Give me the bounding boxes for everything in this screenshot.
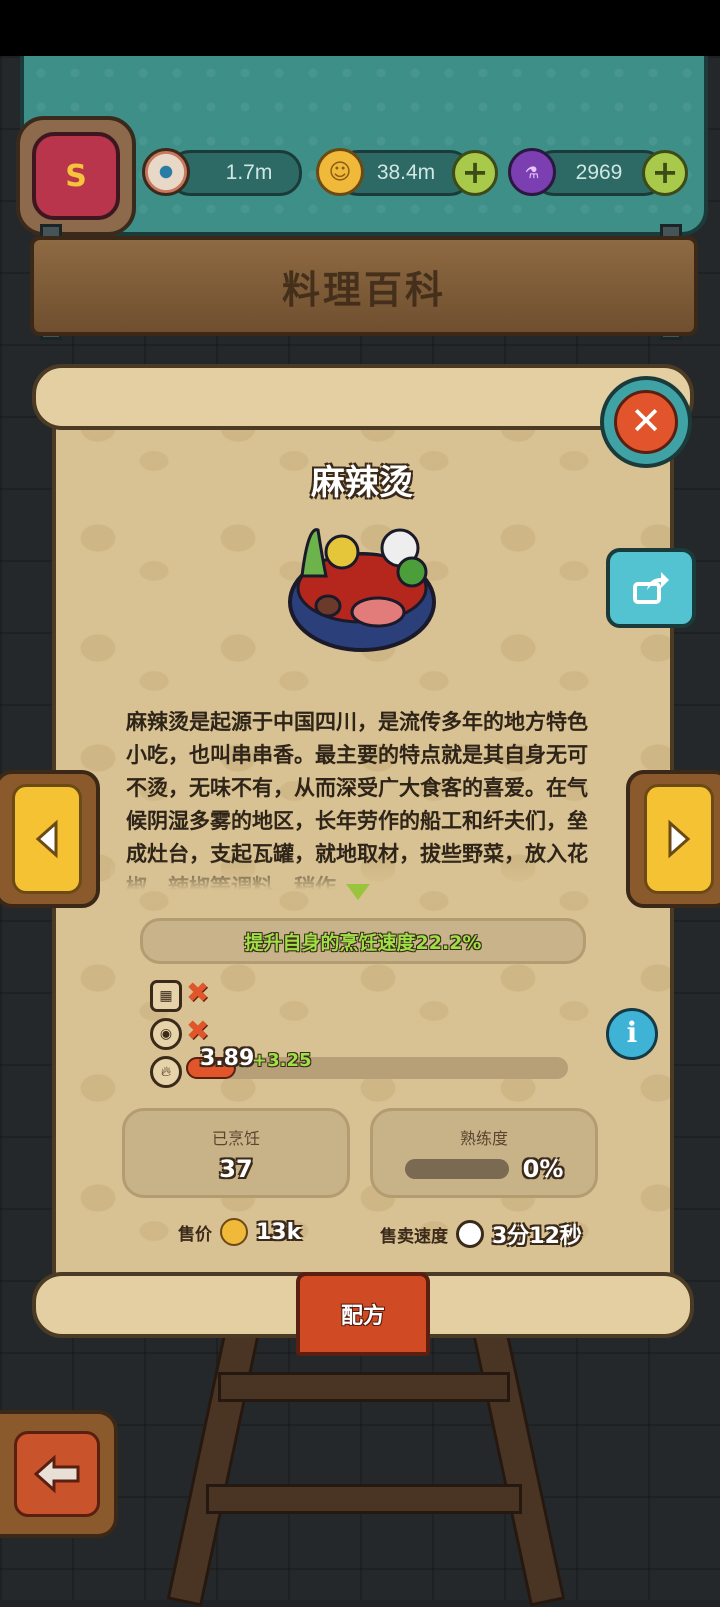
title-plank: 料理百科 <box>30 236 698 336</box>
scroll-top-roll <box>32 364 694 430</box>
coin-icon <box>220 1218 248 1246</box>
cooked-value: 37 <box>219 1155 253 1183</box>
page-title: 料理百科 <box>281 267 446 312</box>
player-avatar[interactable]: S <box>16 116 136 236</box>
status-bar <box>0 0 720 56</box>
info-button[interactable]: i <box>606 1008 658 1060</box>
mastery-box: 熟练度 0% <box>370 1108 598 1198</box>
clock-icon <box>456 1220 484 1248</box>
sell-speed-row: 售卖速度 3分12秒 <box>380 1218 582 1250</box>
share-button[interactable] <box>606 548 696 628</box>
chevron-left-icon <box>12 784 82 894</box>
sell-speed-value: 3分12秒 <box>492 1224 582 1249</box>
back-arrow-icon <box>14 1431 100 1517</box>
recipe-tab-button[interactable]: 配方 <box>296 1272 430 1356</box>
share-icon <box>633 572 669 604</box>
cooking-speed-bonus: +3.25 <box>252 1050 312 1071</box>
ladder-rung <box>218 1372 510 1402</box>
chevron-right-icon <box>644 784 714 894</box>
previous-dish-button[interactable] <box>0 770 100 908</box>
next-dish-button[interactable] <box>626 770 720 908</box>
add-coins-button[interactable]: + <box>452 150 498 196</box>
mastery-progress-bar <box>404 1159 509 1179</box>
dish-effect-text: 提升自身的烹饪速度22.2% <box>244 931 482 954</box>
eyes-value: 1.7m <box>225 161 273 184</box>
back-button[interactable] <box>0 1410 118 1538</box>
unavailable-x-icon: ✖ <box>186 976 210 1009</box>
flame-icon: 🔥︎ <box>150 1056 182 1088</box>
eye-stat-icon: ◉ <box>150 1018 182 1050</box>
price-label: 售价 <box>178 1224 212 1245</box>
potion-icon: ⚗ <box>508 148 556 196</box>
grill-icon: ▦ <box>150 980 182 1012</box>
coins-value: 38.4m <box>376 161 436 184</box>
recipe-tab-label: 配方 <box>340 1304 385 1329</box>
coin-icon: ☺ <box>316 148 364 196</box>
close-icon: ✕ <box>614 390 678 454</box>
sell-speed-label: 售卖速度 <box>380 1226 448 1247</box>
mastery-label: 熟练度 <box>459 1129 508 1148</box>
dish-title: 麻辣烫 <box>311 463 413 503</box>
dish-image <box>282 516 442 656</box>
eye-icon <box>142 148 190 196</box>
scroll-down-arrow-icon[interactable] <box>346 884 370 900</box>
add-potions-button[interactable]: + <box>642 150 688 196</box>
mastery-value: 0% <box>522 1155 564 1183</box>
cooked-label: 已烹饪 <box>211 1129 260 1148</box>
potions-value: 2969 <box>575 161 623 184</box>
ladder-rung <box>206 1484 522 1514</box>
close-button[interactable]: ✕ <box>600 376 692 468</box>
dish-effect-banner: 提升自身的烹饪速度22.2% <box>140 918 586 964</box>
cooking-speed-value: 3.89 <box>200 1046 255 1071</box>
price-value: 13k <box>256 1219 302 1245</box>
unavailable-x-icon: ✖ <box>186 1014 210 1047</box>
price-row: 售价 13k <box>178 1218 301 1246</box>
cooked-count-box: 已烹饪 37 <box>122 1108 350 1198</box>
avatar-face: S <box>32 132 120 220</box>
